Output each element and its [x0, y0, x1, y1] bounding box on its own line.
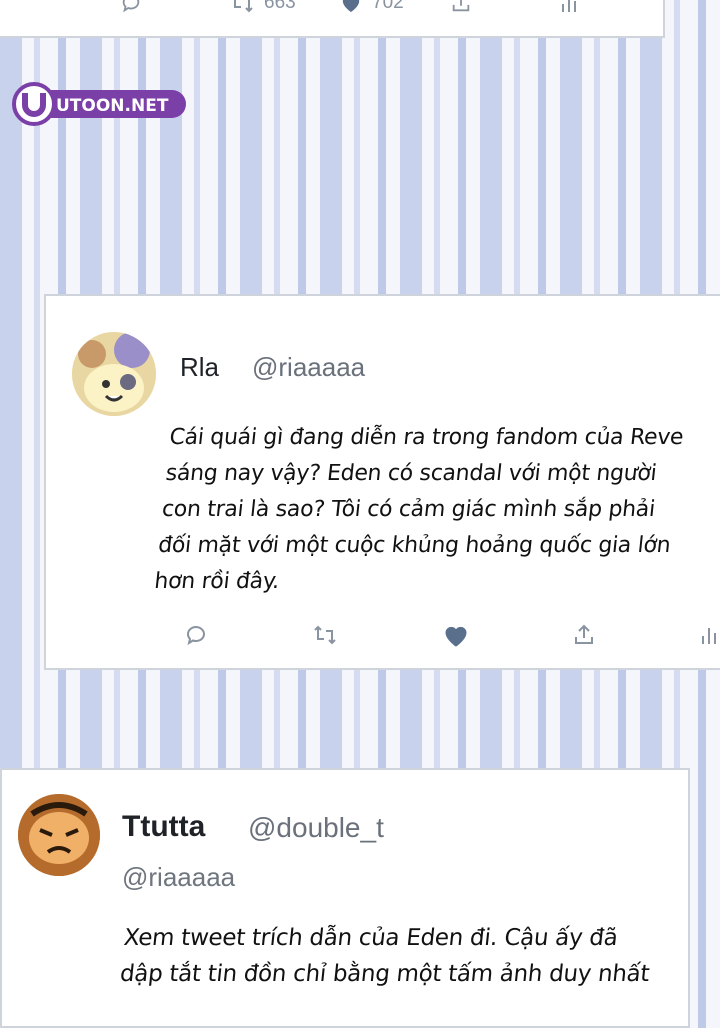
- retweet-action[interactable]: 663: [230, 0, 340, 14]
- retweet-action[interactable]: [312, 624, 442, 646]
- retweet-icon: [314, 625, 336, 645]
- previous-tweet-card: 663 702: [0, 0, 665, 38]
- tweet-card-ttutta: Ttutta @double_t @riaaaaa Xem tweet tríc…: [0, 768, 690, 1028]
- author-handle[interactable]: @riaaaaa: [252, 352, 365, 383]
- reply-icon: [187, 626, 205, 646]
- avatar[interactable]: [72, 332, 156, 416]
- cartoon-avatar-icon: [72, 332, 156, 416]
- watermark-logo: UTOON.NET: [8, 80, 188, 128]
- author-name[interactable]: Rla: [180, 352, 219, 383]
- tweet-text: Cái quái gì đang diễn ra trong fandom củ…: [153, 425, 685, 594]
- svg-text:UTOON.NET: UTOON.NET: [56, 96, 169, 116]
- tweet-card-rla: Rla @riaaaaa Cái quái gì đang diễn ra tr…: [44, 294, 720, 670]
- share-icon: [575, 624, 593, 644]
- share-icon: [452, 0, 470, 12]
- retweet-count: 663: [264, 0, 296, 13]
- tweet-actions: [184, 622, 718, 648]
- analytics-icon: [702, 628, 716, 644]
- previous-tweet-actions: 663 702: [120, 0, 578, 14]
- reply-action[interactable]: [184, 623, 312, 647]
- tweet-text: Xem tweet trích dẫn của Eden đi. Cậu ấy …: [118, 925, 651, 987]
- retweet-icon: [234, 0, 253, 13]
- share-action[interactable]: [450, 0, 560, 14]
- reply-action[interactable]: [120, 0, 230, 14]
- avatar[interactable]: [18, 794, 100, 876]
- author-name[interactable]: Ttutta: [122, 810, 205, 844]
- like-action[interactable]: 702: [340, 0, 450, 14]
- share-action[interactable]: [572, 623, 700, 647]
- reply-to-handle[interactable]: @riaaaaa: [122, 862, 235, 893]
- analytics-icon: [562, 0, 576, 12]
- analytics-action[interactable]: [560, 0, 578, 14]
- utoon-logo-icon: UTOON.NET: [12, 82, 186, 126]
- angry-face-avatar-icon: [18, 794, 100, 876]
- analytics-action[interactable]: [700, 623, 718, 647]
- heart-icon: [342, 0, 360, 13]
- like-count: 702: [372, 0, 404, 13]
- author-handle[interactable]: @double_t: [248, 812, 384, 844]
- reply-icon: [122, 0, 140, 13]
- like-action[interactable]: [442, 622, 572, 648]
- heart-icon: [445, 626, 467, 647]
